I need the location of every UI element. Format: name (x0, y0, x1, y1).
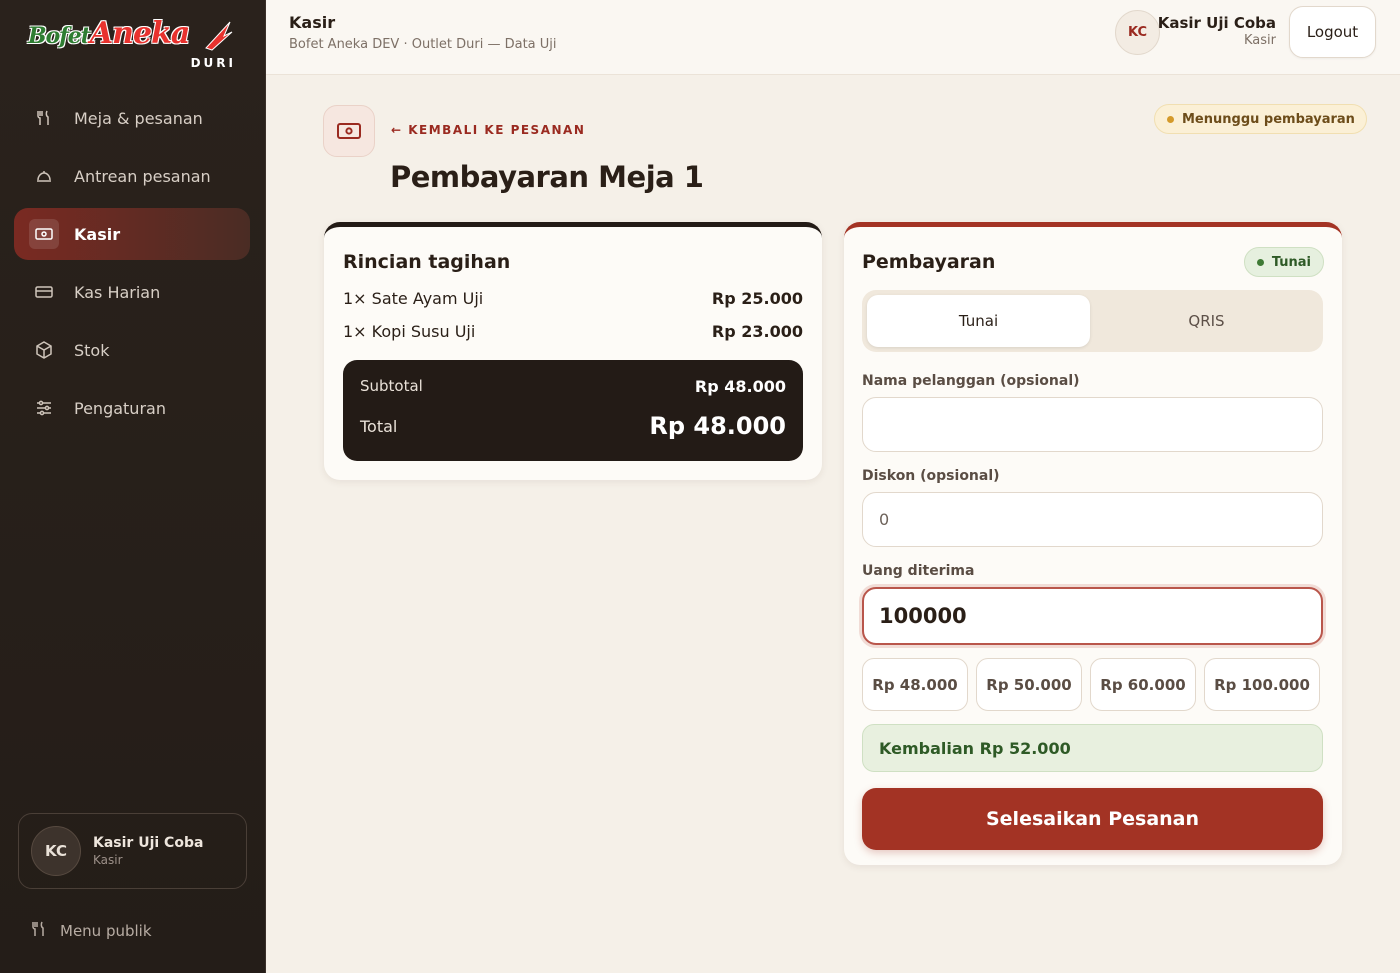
topbar-title: Kasir (289, 13, 336, 32)
sidebar-item-label: Pengaturan (74, 398, 166, 418)
discount-label: Diskon (opsional) (862, 468, 1000, 484)
bill-item-amount: Rp 25.000 (711, 289, 803, 308)
sidebar-item-label: Kas Harian (74, 282, 161, 302)
sidebar-item-label: Meja & pesanan (74, 108, 203, 128)
fork-knife-icon (30, 920, 46, 942)
cloche-icon (34, 166, 54, 186)
method-dot-icon (1256, 258, 1264, 266)
subtotal-row: Subtotal Rp 48.000 (360, 377, 786, 396)
sidebar-item-label: Antrean pesanan (74, 166, 211, 186)
subtotal-value: Rp 48.000 (694, 377, 786, 396)
status-badge-label: Menunggu pembayaran (1182, 111, 1355, 127)
avatar: KC (31, 826, 81, 876)
topbar-user-name: Kasir Uji Coba (1157, 14, 1276, 32)
sidebar-item-label: Kasir (74, 224, 121, 244)
tab-qris[interactable]: QRIS (1095, 295, 1318, 347)
sidebar-nav: Meja & pesanan Antrean pesanan Kasir Kas… (14, 92, 250, 440)
received-amount-input[interactable] (862, 587, 1323, 645)
sidebar-user-role: Kasir (93, 853, 123, 867)
bill-item-name: 1× Sate Ayam Uji (343, 289, 484, 308)
payment-title: Pembayaran (862, 251, 996, 273)
status-badge: Menunggu pembayaran (1154, 104, 1367, 134)
list-item: 1× Kopi Susu Uji Rp 23.000 (343, 322, 803, 341)
payment-method-tabs: Tunai QRIS (862, 290, 1323, 352)
sidebar-user-info: Kasir Uji Coba Kasir (93, 835, 203, 867)
payment-card: Pembayaran Tunai Tunai QRIS Nama pelangg… (844, 222, 1342, 865)
sidebar-item-kasir[interactable]: Kasir (14, 208, 250, 260)
sidebar-user-card[interactable]: KC Kasir Uji Coba Kasir (18, 813, 247, 889)
bill-item-name: 1× Kopi Susu Uji (343, 322, 476, 341)
subtotal-label: Subtotal (360, 377, 423, 395)
cash-icon (29, 219, 59, 249)
sidebar-item-meja[interactable]: Meja & pesanan (14, 92, 250, 144)
topbar-user-role: Kasir (1244, 33, 1276, 48)
quick-amount-button[interactable]: Rp 60.000 (1090, 658, 1196, 711)
sidebar-item-label: Stok (74, 340, 110, 360)
fork-knife-icon (34, 108, 54, 128)
list-item: 1× Sate Ayam Uji Rp 25.000 (343, 289, 803, 308)
logout-button[interactable]: Logout (1289, 6, 1376, 58)
sidebar: BofetAneka DURI Meja & pesanan Antrean p… (0, 0, 266, 973)
bill-totals: Subtotal Rp 48.000 Total Rp 48.000 (343, 360, 803, 461)
box-icon (34, 340, 54, 360)
bill-title: Rincian tagihan (343, 251, 511, 273)
topbar: Kasir Bofet Aneka DEV · Outlet Duri — Da… (266, 0, 1400, 75)
total-value: Rp 48.000 (649, 412, 786, 440)
logo-subtitle: DURI (190, 56, 236, 70)
finish-order-button[interactable]: Selesaikan Pesanan (862, 788, 1323, 850)
payment-method-badge: Tunai (1243, 247, 1324, 277)
change-amount: Kembalian Rp 52.000 (862, 724, 1323, 772)
topbar-user: Kasir Uji Coba Kasir (1158, 14, 1276, 48)
cash-icon (323, 105, 375, 157)
received-amount-label: Uang diterima (862, 563, 975, 579)
public-menu-label: Menu publik (60, 922, 152, 940)
wallet-icon (34, 282, 54, 302)
tab-tunai[interactable]: Tunai (867, 295, 1090, 347)
page-title: Pembayaran Meja 1 (390, 160, 704, 194)
quick-amount-button[interactable]: Rp 50.000 (976, 658, 1082, 711)
sliders-icon (34, 398, 54, 418)
total-label: Total (360, 416, 398, 436)
bill-item-amount: Rp 23.000 (711, 322, 803, 341)
sidebar-item-stok[interactable]: Stok (14, 324, 250, 376)
topbar-subtitle: Bofet Aneka DEV · Outlet Duri — Data Uji (289, 37, 557, 52)
flame-logo-icon (205, 21, 233, 51)
logo-wordmark: BofetAneka (28, 16, 190, 51)
brand-logo[interactable]: BofetAneka DURI (28, 16, 238, 70)
customer-name-input[interactable] (862, 397, 1323, 452)
avatar[interactable]: KC (1115, 10, 1160, 55)
payment-method-label: Tunai (1271, 254, 1311, 270)
sidebar-user-name: Kasir Uji Coba (93, 835, 204, 851)
bill-card: Rincian tagihan 1× Sate Ayam Uji Rp 25.0… (324, 222, 822, 480)
back-to-orders-link[interactable]: ← KEMBALI KE PESANAN (391, 123, 585, 137)
customer-name-label: Nama pelanggan (opsional) (862, 373, 1080, 389)
quick-amount-button[interactable]: Rp 48.000 (862, 658, 968, 711)
sidebar-item-pengaturan[interactable]: Pengaturan (14, 382, 250, 434)
discount-input[interactable] (862, 492, 1323, 547)
sidebar-item-antrean[interactable]: Antrean pesanan (14, 150, 250, 202)
status-dot-icon (1167, 115, 1174, 123)
public-menu-link[interactable]: Menu publik (30, 920, 152, 942)
total-row: Total Rp 48.000 (360, 412, 786, 440)
quick-amount-button[interactable]: Rp 100.000 (1204, 658, 1320, 711)
sidebar-item-kas-harian[interactable]: Kas Harian (14, 266, 250, 318)
